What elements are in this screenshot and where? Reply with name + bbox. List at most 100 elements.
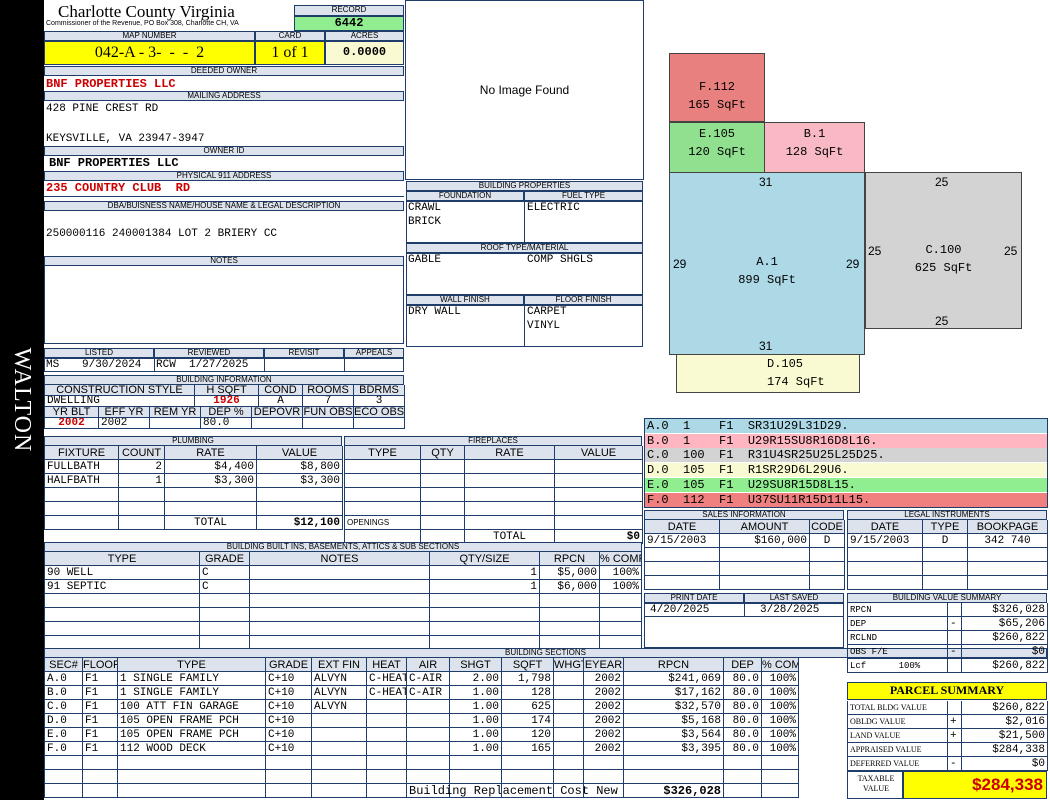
sales-r2-c1	[720, 548, 810, 562]
fire-r0-c1: QTY	[421, 446, 465, 460]
legal-instruments-header: LEGAL INSTRUMENTS	[847, 510, 1047, 520]
dim-c-top: 25	[935, 175, 949, 189]
fire-r4-c2	[465, 502, 555, 516]
builtins-r2-c2	[250, 580, 430, 594]
sections-r2-c9	[554, 686, 584, 700]
reviewed-header: REVIEWED	[154, 348, 264, 358]
plumbing-r5-c2: TOTAL	[165, 516, 257, 530]
plumbing-r4-c1	[119, 502, 165, 516]
sections-r3-c2: 100 ATT FIN GARAGE	[118, 700, 266, 714]
built-ins-header: BUILDING BUILT INS, BASEMENTS, ATTICS & …	[44, 542, 642, 552]
sections-r9-c10	[584, 784, 624, 798]
sections-r3-c12: 80.0	[724, 700, 762, 714]
district-label: WALTON	[9, 347, 35, 453]
roof-type: GABLE	[408, 254, 442, 266]
plumbing-r3-c2	[165, 488, 257, 502]
sections-r3-c9	[554, 700, 584, 714]
legal-desc-header: DBA/BUISNESS NAME/HOUSE NAME & LEGAL DES…	[44, 201, 404, 211]
fuel-type: ELECTRIC	[527, 202, 580, 214]
sections-r1-c10: 2002	[584, 672, 624, 686]
plumbing-r3-c3	[257, 488, 343, 502]
sections-r4-c4	[312, 714, 367, 728]
value-summary-r2-c0: RCLND	[848, 631, 948, 645]
wall-finish: DRY WALL	[408, 306, 461, 318]
legal-r3-c0	[848, 562, 923, 576]
sections-r2-c8: 128	[502, 686, 554, 700]
plumbing-r5-c3: $12,100	[257, 516, 343, 530]
plumbing-r1-c0: FULLBATH	[45, 460, 119, 474]
sketch-e105: E.105 120 SqFt	[669, 122, 765, 173]
sections-r5-c3: C+10	[266, 728, 312, 742]
fire-r0-c3: VALUE	[555, 446, 643, 460]
parcel-summary-r0-c2: $260,822	[962, 701, 1048, 715]
mailing-line2: KEYSVILLE, VA 23947-3947	[46, 133, 205, 145]
parcel-summary-r2-c0: LAND VALUE	[848, 729, 948, 743]
sketch-f112: F.112 165 SqFt	[669, 53, 765, 122]
sections-r1-c2: 1 SINGLE FAMILY	[118, 672, 266, 686]
builtins-r4-c4	[540, 608, 600, 622]
sections-r8-c10	[584, 770, 624, 784]
segment-row: C.0 100 F1 R31U4SR25U25L25D25.	[645, 448, 1047, 463]
owner-id: BNF PROPERTIES LLC	[49, 156, 179, 170]
bi2-r1-c2	[150, 418, 201, 429]
fire-r0-c2: RATE	[465, 446, 555, 460]
sections-r5-c11: $3,564	[624, 728, 724, 742]
legal-r2-c0	[848, 548, 923, 562]
builtins-r1-c3: 1	[430, 566, 540, 580]
fire-r5-c2	[465, 516, 555, 530]
sections-r8-c9	[554, 770, 584, 784]
builtins-r2-c4: $6,000	[540, 580, 600, 594]
listed-date: 9/30/2024	[82, 359, 142, 371]
sections-r4-c3: C+10	[266, 714, 312, 728]
builtins-r0-c5: % COMP	[600, 552, 642, 566]
bi1-r1-c2: A	[259, 396, 303, 407]
parcel-summary-r1-c2: $2,016	[962, 715, 1048, 729]
plumbing-r4-c3	[257, 502, 343, 516]
fire-r3-c3	[555, 488, 643, 502]
sections-r6-c12: 80.0	[724, 742, 762, 756]
mailing-header: MAILING ADDRESS	[44, 91, 404, 101]
fire-r2-c0	[345, 474, 421, 488]
sketch-b1: B.1 128 SqFt	[764, 122, 865, 173]
sections-r3-c11: $32,570	[624, 700, 724, 714]
sales-r3-c0	[645, 562, 720, 576]
fire-r2-c1	[421, 474, 465, 488]
legal-r3-c1	[923, 562, 968, 576]
sections-r5-c6	[407, 728, 450, 742]
bi2-r0-c5: FUN OBS	[303, 407, 354, 418]
county-title: Charlotte County Virginia	[58, 2, 235, 21]
parcel-summary-title: PARCEL SUMMARY	[889, 683, 1005, 697]
bi2-r1-c3: 80.0	[201, 418, 252, 429]
sales-r4-c0	[645, 576, 720, 590]
sections-r7-c7	[450, 756, 502, 770]
builtins-r3-c3	[430, 594, 540, 608]
floor-finish-2: VINYL	[527, 320, 561, 332]
legal-r4-c0	[848, 576, 923, 590]
sections-r8-c5	[367, 770, 407, 784]
builtins-r4-c0	[45, 608, 200, 622]
sections-r8-c13	[762, 770, 799, 784]
sections-r7-c0	[45, 756, 83, 770]
sections-r4-c7: 1.00	[450, 714, 502, 728]
appeals-header: APPEALS	[344, 348, 404, 358]
bi2-r1-c0: 2002	[45, 418, 99, 429]
sections-r5-c4	[312, 728, 367, 742]
builtins-r5-c3	[430, 622, 540, 636]
builtins-r0-c0: TYPE	[45, 552, 200, 566]
fire-r1-c0	[345, 460, 421, 474]
sections-r5-c2: 105 OPEN FRAME PCH	[118, 728, 266, 742]
sketch-d105: D.105 174 SqFt	[676, 354, 860, 393]
bi1-r0-c0: CONSTRUCTION STYLE	[45, 385, 195, 396]
sections-r7-c11	[624, 756, 724, 770]
legal-r0-c2: BOOKPAGE	[968, 520, 1048, 534]
bi1-r0-c1: H SQFT	[195, 385, 259, 396]
last-saved: 3/28/2025	[760, 604, 820, 616]
sections-r4-c5	[367, 714, 407, 728]
fire-r4-c1	[421, 502, 465, 516]
sections-r9-c5	[367, 784, 407, 798]
builtins-r4-c2	[250, 608, 430, 622]
sections-r2-c6: C-AIR	[407, 686, 450, 700]
builtins-r3-c2	[250, 594, 430, 608]
sections-r3-c10: 2002	[584, 700, 624, 714]
wall-header: WALL FINISH	[406, 295, 524, 305]
